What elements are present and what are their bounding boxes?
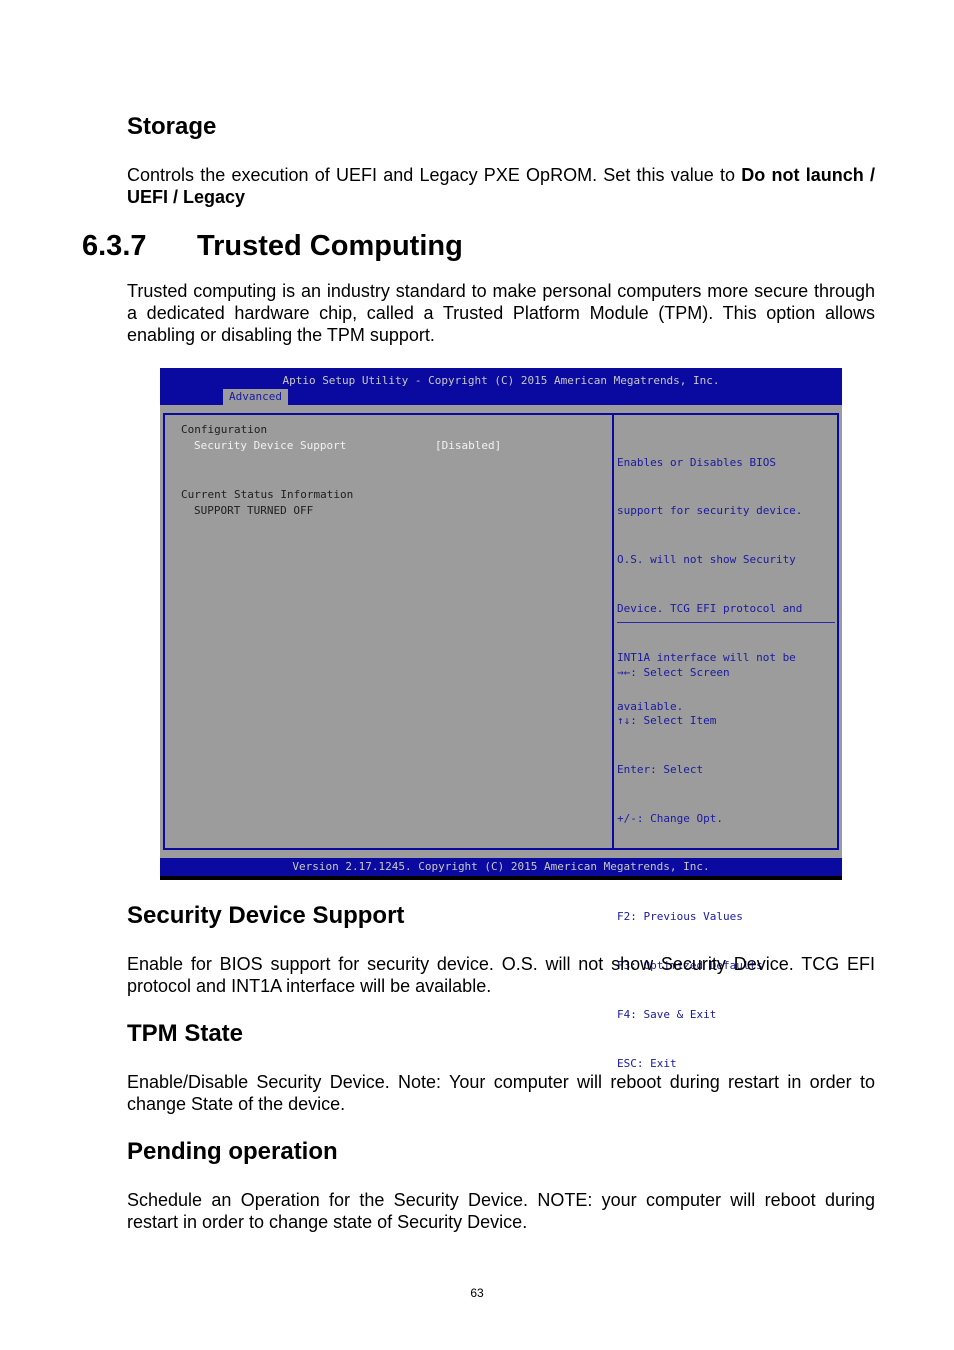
section-intro: Trusted computing is an industry standar… bbox=[127, 281, 875, 345]
security-device-support-item[interactable]: Security Device Support bbox=[194, 439, 346, 452]
help-line: O.S. will not show Security bbox=[617, 553, 796, 567]
storage-paragraph: Controls the execution of UEFI and Legac… bbox=[127, 164, 875, 208]
help-line: Enables or Disables BIOS bbox=[617, 455, 776, 469]
pending-text: Schedule an Operation for the Security D… bbox=[127, 1190, 875, 1232]
key-esc: ESC: Exit bbox=[617, 1056, 677, 1070]
key-enter: Enter: Select bbox=[617, 763, 704, 777]
help-line: support for security device. bbox=[617, 504, 803, 518]
current-status-label: Current Status Information bbox=[181, 488, 354, 501]
page-number: 63 bbox=[470, 1286, 484, 1300]
section-heading: 6.3.7 Trusted Computing bbox=[82, 230, 463, 263]
sds-heading: Security Device Support bbox=[127, 902, 405, 929]
status-value: SUPPORT TURNED OFF bbox=[194, 504, 314, 517]
key-select-screen: →←: Select Screen bbox=[617, 665, 730, 679]
security-device-support-value[interactable]: [Disabled] bbox=[435, 439, 501, 452]
key-f4: F4: Save & Exit bbox=[617, 1007, 717, 1021]
section-number: 6.3.7 bbox=[82, 230, 147, 262]
tpm-text: Enable/Disable Security Device. Note: Yo… bbox=[127, 1072, 875, 1114]
bios-title: Aptio Setup Utility - Copyright (C) 2015… bbox=[282, 374, 720, 387]
help-line: Device. TCG EFI protocol and bbox=[617, 602, 803, 616]
bios-screenshot: Aptio Setup Utility - Copyright (C) 2015… bbox=[160, 368, 842, 1070]
tpm-heading: TPM State bbox=[127, 1020, 244, 1047]
sds-text: Enable for BIOS support for security dev… bbox=[127, 954, 875, 996]
storage-text: Controls the execution of UEFI and Legac… bbox=[127, 165, 742, 185]
key-change-opt: +/-: Change Opt. bbox=[617, 812, 723, 826]
panel-divider bbox=[612, 413, 614, 850]
configuration-label: Configuration bbox=[181, 423, 268, 436]
pending-heading: Pending operation bbox=[127, 1138, 338, 1165]
key-select-item: ↑↓: Select Item bbox=[617, 714, 717, 728]
key-f2: F2: Previous Values bbox=[617, 910, 743, 924]
storage-heading: Storage bbox=[127, 113, 217, 140]
bios-bottom-edge bbox=[160, 876, 842, 880]
section-title: Trusted Computing bbox=[197, 230, 463, 262]
tab-advanced[interactable]: Advanced bbox=[223, 389, 288, 405]
